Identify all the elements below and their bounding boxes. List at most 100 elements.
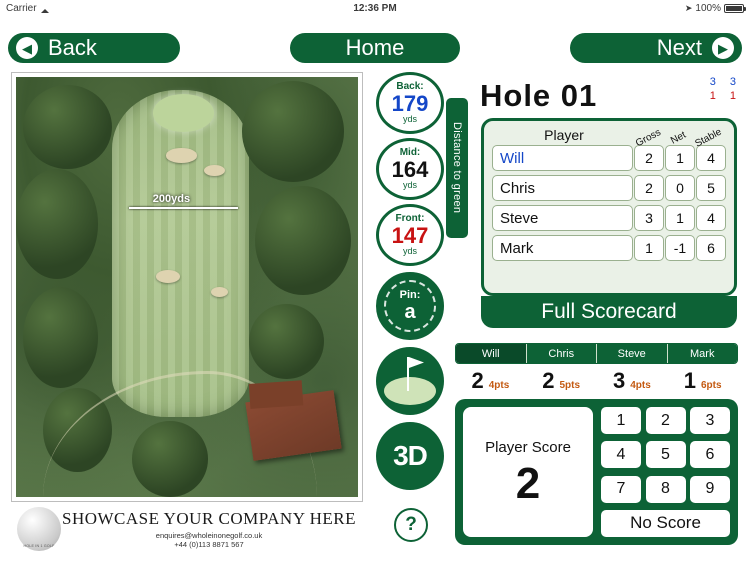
player-name-cell[interactable]: Mark [492,235,633,261]
player-tab-bar: Will Chris Steve Mark [455,343,738,364]
hole-par-value: 3 [709,76,716,88]
stable-cell[interactable]: 4 [696,205,726,231]
hole-par-value-2: 3 [729,76,736,88]
status-bar: Carrier 12:36 PM ➤ 100% [0,0,750,16]
hole-map-image[interactable]: 200yds [16,77,358,497]
tree-cluster [255,186,352,296]
back-button[interactable]: ◀ Back [8,33,180,63]
player-name-cell[interactable]: Will [492,145,633,171]
no-score-button[interactable]: No Score [601,509,730,537]
net-cell[interactable]: 0 [665,175,695,201]
tab-player-chris[interactable]: Chris [526,344,597,363]
points-value: 4pts [630,380,651,391]
player-name-cell[interactable]: Steve [492,205,633,231]
tab-player-will[interactable]: Will [456,344,527,363]
distance-front-units: yds [402,246,417,257]
distance-front-badge[interactable]: Front: 147 yds [376,204,444,266]
distance-front-value: 147 [391,222,429,248]
next-button[interactable]: Next ▶ [570,33,742,63]
yardage-line [128,207,239,210]
three-d-view-button[interactable]: 3D [376,422,444,490]
advert-banner[interactable]: HOLE IN 1 GOLF SHOWCASE YOUR COMPANY HER… [11,503,363,555]
distance-to-green-label: Distance to green [446,98,468,238]
key-7[interactable]: 7 [601,475,641,503]
hole-meta: 3 1 3 1 [710,76,736,104]
score-value: 2 [471,368,484,393]
tree-cluster [248,303,324,380]
hole-si-value-2: 1 [729,89,736,102]
score-strip-item: 3 4pts [597,368,668,394]
net-cell[interactable]: 1 [665,205,695,231]
page-title: Hole 01 [480,78,598,113]
player-score-strip: 2 4pts 2 5pts 3 4pts 1 6pts [455,368,738,394]
points-value: 6pts [700,380,722,391]
distance-back-units: yds [402,114,417,125]
home-button-label: Home [345,35,405,60]
golf-ball-logo-text: HOLE IN 1 GOLF [23,544,55,548]
key-5[interactable]: 5 [645,441,686,469]
numeric-keypad: 1 2 3 4 5 6 7 8 9 No Score [601,407,730,537]
pin-position-button[interactable]: Pin: a [376,272,444,340]
key-8[interactable]: 8 [645,475,686,503]
back-button-label: Back [48,35,97,60]
tree-cluster [22,85,112,170]
bunker [210,287,229,298]
distance-back-badge[interactable]: Back: 179 yds [376,72,444,134]
help-button[interactable]: ? [394,508,428,542]
advert-email: enquires@wholeinonegolf.co.uk [155,531,263,540]
tree-cluster [22,287,99,388]
tab-player-mark[interactable]: Mark [667,344,737,363]
score-strip-item: 2 5pts [526,368,597,394]
stable-cell[interactable]: 4 [696,145,726,171]
hole-meta-col: 3 1 [730,76,736,104]
gross-cell[interactable]: 2 [634,175,664,201]
key-4[interactable]: 4 [601,441,641,469]
table-row[interactable]: Mark 1 -1 6 [484,235,734,265]
gross-cell[interactable]: 3 [634,205,664,231]
stable-cell[interactable]: 5 [696,175,726,201]
player-score-display: Player Score 2 [463,407,593,537]
bunker [156,270,181,283]
green-shape [384,377,436,405]
clubhouse-building [244,390,342,461]
full-scorecard-button[interactable]: Full Scorecard [481,296,737,328]
yardage-marker-label: 200yds [152,192,191,205]
distance-to-green-text: Distance to green [451,122,463,214]
nav-bar: ◀ Back Home Next ▶ [0,16,750,63]
distance-mid-badge[interactable]: Mid: 164 yds [376,138,444,200]
key-2[interactable]: 2 [645,407,686,434]
distance-mid-value: 164 [391,156,429,182]
battery-percent-label: 100% [695,2,721,14]
gross-cell[interactable]: 1 [634,235,664,261]
green-flag-icon[interactable] [376,347,444,415]
player-score-label: Player Score [485,438,571,456]
score-value: 1 [683,368,696,393]
status-bar-right: ➤ 100% [685,2,746,14]
distance-back-value: 179 [391,90,429,116]
key-3[interactable]: 3 [690,407,730,434]
player-name-cell[interactable]: Chris [492,175,633,201]
home-button[interactable]: Home [290,33,460,63]
hole-map-panel[interactable]: 200yds [11,72,363,502]
advert-title: SHOWCASE YOUR COMPANY HERE [61,509,356,528]
table-row[interactable]: Steve 3 1 4 [484,205,734,235]
pin-label: Pin: [399,288,421,301]
scorecard-panel: Player Gross Net Stable Will 2 1 4 Chris… [481,118,737,296]
key-9[interactable]: 9 [690,475,730,503]
app-root: Carrier 12:36 PM ➤ 100% ◀ Back Home Next… [0,0,750,562]
pin-value: a [404,300,416,323]
key-6[interactable]: 6 [690,441,730,469]
points-value: 4pts [488,380,510,391]
hole-si-value: 1 [709,89,716,102]
column-header-player: Player [544,127,584,143]
points-value: 5pts [559,380,581,391]
stable-cell[interactable]: 6 [696,235,726,261]
net-cell[interactable]: -1 [665,235,695,261]
score-value: 2 [542,368,555,393]
key-1[interactable]: 1 [601,407,641,434]
golf-ball-logo-icon: HOLE IN 1 GOLF [17,507,61,551]
table-row[interactable]: Chris 2 0 5 [484,175,734,205]
next-button-label: Next [656,35,702,60]
tab-player-steve[interactable]: Steve [597,344,668,363]
tree-cluster [241,81,345,182]
